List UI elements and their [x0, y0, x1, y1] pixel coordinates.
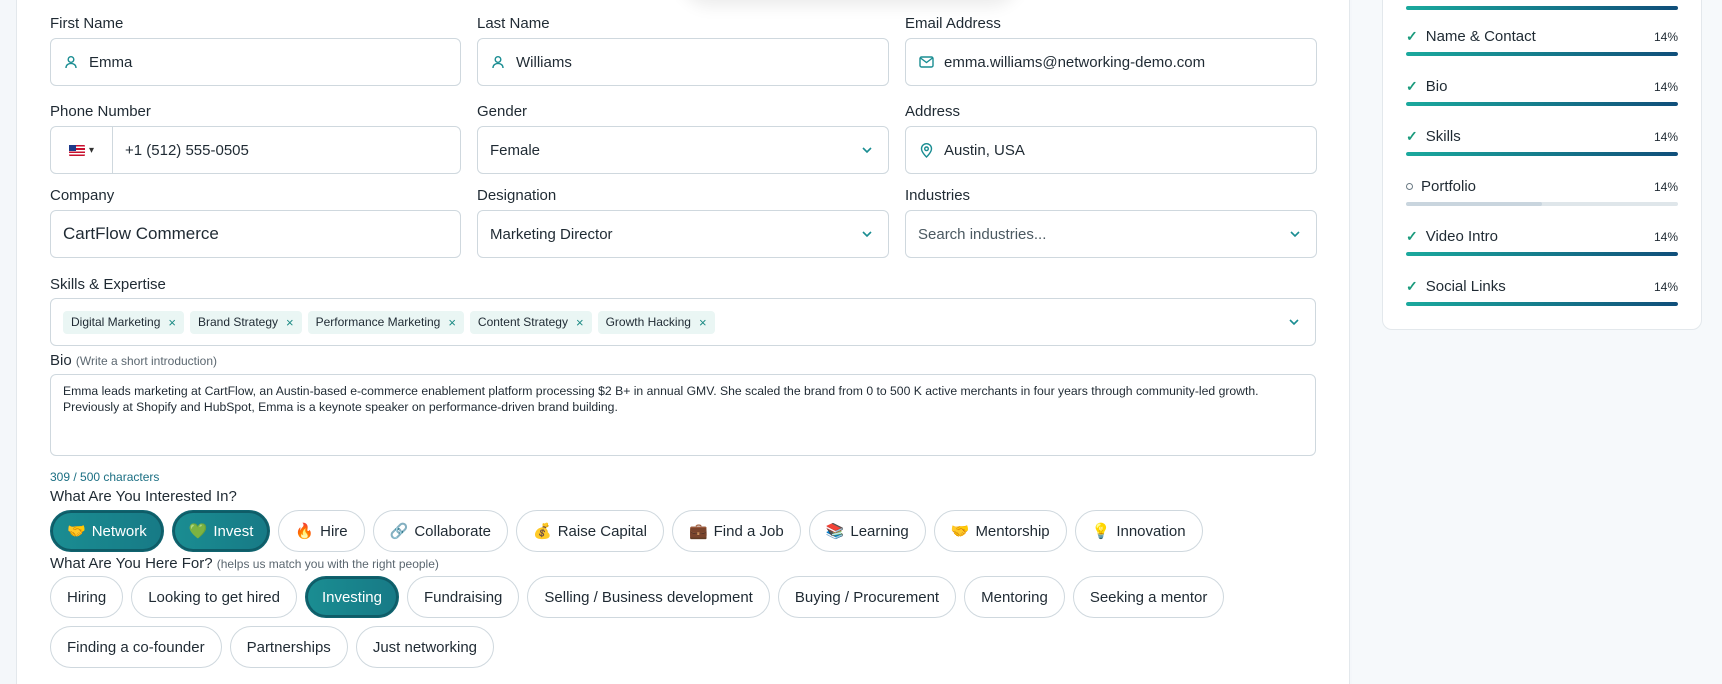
here-for-option-investing[interactable]: Investing [304, 576, 399, 618]
skill-tag: Brand Strategy × [189, 310, 302, 334]
chevron-down-icon [862, 147, 872, 154]
phone-label: Phone Number [50, 103, 151, 120]
company-label: Company [50, 187, 115, 204]
interests-options: 🤝 Network 💚 Invest 🔥 Hire 🔗 Collaborate 💰 Rai… [50, 510, 1203, 552]
interest-option-mentorship[interactable]: 🤝 Mentorship [933, 510, 1067, 552]
remove-tag-icon[interactable]: × [576, 315, 584, 330]
chevron-down-icon [1290, 231, 1300, 238]
interests-label: What Are You Interested In? [50, 488, 237, 505]
check-icon: ✓ [1406, 278, 1418, 294]
here-for-option-just-networking[interactable]: Just networking [355, 626, 495, 668]
designation-label: Designation [477, 187, 557, 204]
progress-item-skills: ✓ Skills 14% [1406, 128, 1678, 156]
progress-bar [1406, 202, 1678, 206]
interest-option-learning[interactable]: 📚 Learning [808, 510, 926, 552]
progress-bar [1406, 302, 1678, 306]
person-icon [63, 54, 79, 70]
check-icon: ✓ [1406, 128, 1418, 144]
chevron-down-icon [1289, 319, 1299, 326]
last-name-label: Last Name [477, 15, 550, 32]
address-value: Austin, USA [944, 141, 1025, 159]
here-for-option-hiring[interactable]: Hiring [50, 576, 124, 618]
skill-tag: Content Strategy × [469, 310, 592, 334]
industries-select[interactable]: Search industries... [905, 210, 1317, 258]
designation-value: Marketing Director [490, 225, 613, 243]
first-name-value: Emma [89, 53, 133, 71]
bio-hint: (Write a short introduction) [75, 354, 218, 368]
gender-select[interactable]: Female [477, 126, 889, 174]
first-name-field[interactable]: Emma [50, 38, 461, 86]
skills-label: Skills & Expertise [50, 276, 166, 293]
last-name-value: Williams [516, 53, 572, 71]
skill-tag: Digital Marketing × [63, 310, 184, 334]
remove-tag-icon[interactable]: × [448, 315, 456, 330]
company-value: CartFlow Commerce [63, 224, 219, 243]
country-code-selector[interactable]: ▾ [51, 127, 113, 173]
interest-option-innovation[interactable]: 💡 Innovation [1074, 510, 1203, 552]
here-for-option-fundraising[interactable]: Fundraising [407, 576, 520, 618]
bio-textarea[interactable]: Emma leads marketing at CartFlow, an Aus… [50, 374, 1316, 456]
email-field[interactable]: emma.williams@networking-demo.com [905, 38, 1317, 86]
remove-tag-icon[interactable]: × [699, 315, 707, 330]
bio-character-counter: 309 / 500 characters [50, 470, 160, 484]
email-label: Email Address [905, 15, 1001, 32]
skill-tag: Growth Hacking × [597, 310, 715, 334]
first-name-label: First Name [50, 15, 124, 32]
remove-tag-icon[interactable]: × [168, 315, 176, 330]
progress-bar [1406, 102, 1678, 106]
gender-label: Gender [477, 103, 528, 120]
check-icon: ✓ [1406, 28, 1418, 44]
here-for-option-seeking-mentor[interactable]: Seeking a mentor [1072, 576, 1225, 618]
here-for-label: What Are You Here For? (helps us match y… [50, 555, 439, 572]
here-for-option-partnerships[interactable]: Partnerships [229, 626, 348, 668]
progress-bar [1406, 252, 1678, 256]
bio-label: Bio (Write a short introduction) [50, 352, 218, 369]
progress-bar [1406, 152, 1678, 156]
progress-item-social-links: ✓ Social Links 14% [1406, 278, 1678, 306]
here-for-option-mentoring[interactable]: Mentoring [964, 576, 1065, 618]
progress-item-video-intro: ✓ Video Intro 14% [1406, 228, 1678, 256]
here-for-option-buying[interactable]: Buying / Procurement [777, 576, 957, 618]
here-for-hint: (helps us match you with the right peopl… [216, 557, 439, 571]
here-for-option-co-founder[interactable]: Finding a co-founder [50, 626, 222, 668]
interest-option-network[interactable]: 🤝 Network [50, 510, 164, 552]
us-flag-icon [68, 144, 85, 156]
industries-placeholder: Search industries... [918, 225, 1047, 243]
interest-option-invest[interactable]: 💚 Invest [171, 510, 271, 552]
incomplete-circle-icon [1406, 183, 1413, 190]
person-icon [490, 54, 506, 70]
progress-bar [1406, 52, 1678, 56]
progress-item-name-contact: ✓ Name & Contact 14% [1406, 28, 1678, 56]
progress-bar-previous [1406, 6, 1678, 10]
remove-tag-icon[interactable]: × [286, 315, 294, 330]
interest-option-find-a-job[interactable]: 💼 Find a Job [671, 510, 801, 552]
gender-value: Female [490, 141, 541, 159]
check-icon: ✓ [1406, 78, 1418, 94]
progress-item-portfolio: Portfolio 14% [1406, 178, 1678, 206]
chevron-down-icon: ▾ [88, 144, 95, 156]
here-for-option-selling[interactable]: Selling / Business development [527, 576, 770, 618]
here-for-options-row1: Hiring Looking to get hired Investing Fu… [50, 576, 1225, 618]
check-icon: ✓ [1406, 228, 1418, 244]
interest-option-collaborate[interactable]: 🔗 Collaborate [372, 510, 509, 552]
here-for-option-looking-to-get-hired[interactable]: Looking to get hired [131, 576, 297, 618]
designation-select[interactable]: Marketing Director [477, 210, 889, 258]
phone-value: +1 (512) 555-0505 [125, 141, 249, 159]
phone-field[interactable]: ▾ +1 (512) 555-0505 [50, 126, 461, 174]
mail-icon [918, 54, 934, 70]
address-label: Address [905, 103, 961, 120]
last-name-field[interactable]: Williams [477, 38, 889, 86]
email-value: emma.williams@networking-demo.com [944, 53, 1206, 71]
company-field[interactable]: CartFlow Commerce [50, 210, 461, 258]
industries-label: Industries [905, 187, 971, 204]
here-for-options-row2: Finding a co-founder Partnerships Just n… [50, 626, 495, 668]
address-field[interactable]: Austin, USA [905, 126, 1317, 174]
progress-item-bio: ✓ Bio 14% [1406, 78, 1678, 106]
skill-tag: Performance Marketing × [307, 310, 464, 334]
chevron-down-icon [862, 231, 872, 238]
location-pin-icon [918, 142, 934, 158]
interest-option-raise-capital[interactable]: 💰 Raise Capital [516, 510, 664, 552]
skills-multiselect[interactable]: Digital Marketing × Brand Strategy × Perfo… [50, 298, 1316, 346]
interest-option-hire[interactable]: 🔥 Hire [278, 510, 365, 552]
